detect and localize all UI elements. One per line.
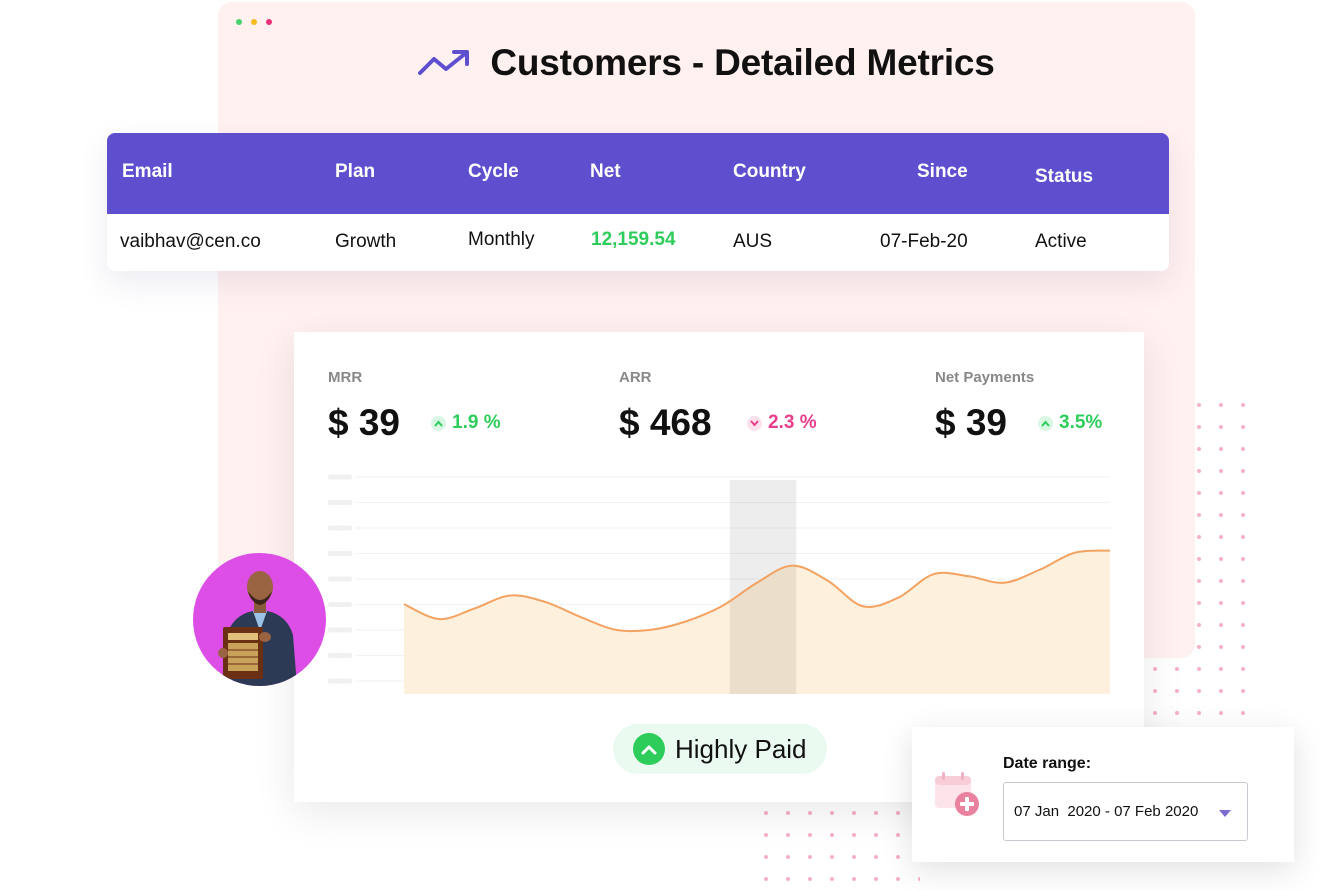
y-tick-placeholder — [328, 500, 352, 505]
window-dot-red[interactable] — [266, 19, 272, 25]
y-tick-placeholder — [328, 525, 352, 531]
column-header-since[interactable]: Since — [917, 161, 968, 183]
y-tick-placeholder — [328, 653, 352, 658]
column-header-net[interactable]: Net — [590, 161, 621, 183]
metric-delta-arr: 2.3 % — [747, 412, 817, 434]
metric-value-arr: $ 468 — [619, 402, 712, 443]
y-tick-placeholder — [328, 551, 352, 556]
avatar — [193, 553, 326, 686]
cell-since: 07-Feb-20 — [880, 231, 968, 252]
column-header-cycle[interactable]: Cycle — [468, 161, 519, 183]
chevron-up-circle-icon — [633, 733, 665, 765]
chart-hover-highlight — [729, 480, 797, 694]
highly-paid-label: Highly Paid — [675, 733, 807, 764]
person-holding-plaque-image — [218, 571, 297, 686]
cell-plan: Growth — [335, 231, 397, 252]
arrow-down-icon — [747, 415, 762, 431]
metric-delta-text: 3.5% — [1059, 412, 1103, 433]
y-tick-placeholder — [328, 602, 352, 607]
customer-table: Email Plan Cycle Net Country Since Statu… — [107, 133, 1169, 271]
cell-country: AUS — [733, 231, 773, 252]
page-title: Customers - Detailed Metrics — [490, 42, 995, 83]
y-tick-placeholder — [328, 576, 352, 582]
highly-paid-badge: Highly Paid — [613, 724, 827, 774]
metric-delta-net-payments: 3.5% — [1038, 412, 1102, 434]
date-range-select[interactable]: 07 Jan 2020 - 07 Feb 2020 — [1003, 782, 1248, 841]
metric-label-net-payments: Net Payments — [935, 369, 1035, 386]
cell-email: vaibhav@cen.co — [120, 231, 261, 252]
calendar-add-icon[interactable] — [933, 772, 981, 820]
cell-cycle: Monthly — [468, 229, 535, 250]
revenue-area-chart[interactable] — [324, 472, 1114, 697]
metric-delta-text: 2.3 % — [768, 412, 817, 433]
column-header-email[interactable]: Email — [122, 161, 173, 183]
dot-pattern-decoration — [760, 805, 920, 890]
metric-value-net-payments: $ 39 — [935, 402, 1008, 443]
arrow-up-icon — [1038, 415, 1053, 431]
date-range-card: Date range: 07 Jan 2020 - 07 Feb 2020 — [912, 727, 1294, 862]
column-header-plan[interactable]: Plan — [335, 161, 375, 183]
window-dot-green[interactable] — [236, 19, 242, 25]
column-header-status[interactable]: Status — [1035, 166, 1093, 188]
table-header: Email Plan Cycle Net Country Since Statu… — [107, 133, 1169, 214]
date-range-label: Date range: — [1003, 755, 1092, 772]
cell-net: 12,159.54 — [591, 229, 676, 250]
y-tick-placeholder — [328, 627, 352, 633]
metric-delta-mrr: 1.9 % — [431, 412, 501, 434]
cell-status: Active — [1035, 231, 1087, 252]
column-header-country[interactable]: Country — [733, 161, 806, 183]
metric-label-arr: ARR — [619, 369, 652, 386]
trending-up-icon — [418, 50, 470, 75]
y-tick-placeholder — [328, 474, 352, 480]
chevron-down-icon — [1219, 810, 1231, 817]
page-header: Customers - Detailed Metrics — [218, 38, 1195, 88]
y-tick-placeholder — [328, 678, 352, 684]
date-range-value: 07 Jan 2020 - 07 Feb 2020 — [1014, 803, 1199, 820]
metric-label-mrr: MRR — [328, 369, 363, 386]
metric-value-mrr: $ 39 — [328, 402, 401, 443]
window-controls — [236, 19, 272, 25]
metric-delta-text: 1.9 % — [452, 412, 501, 433]
window-dot-yellow[interactable] — [251, 19, 257, 25]
arrow-up-icon — [431, 415, 446, 431]
